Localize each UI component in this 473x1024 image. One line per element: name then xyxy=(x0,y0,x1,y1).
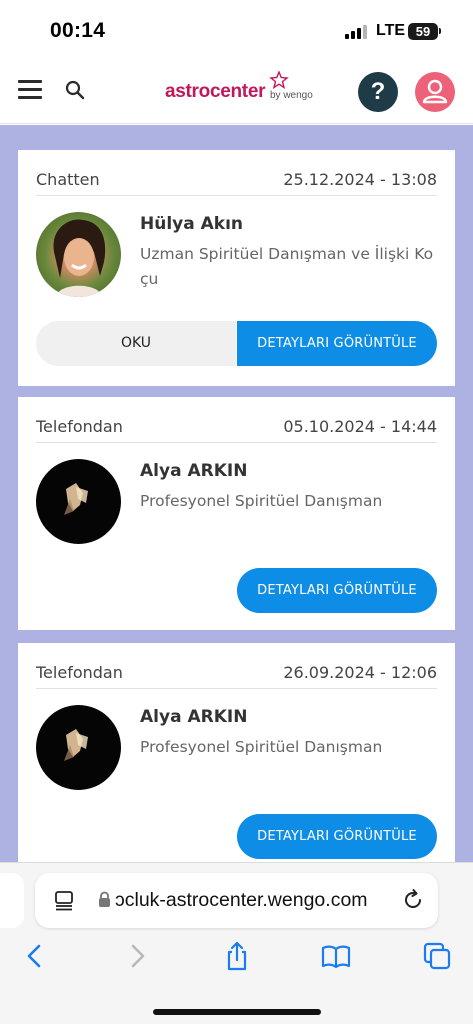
hamburger-icon[interactable] xyxy=(18,80,42,100)
logo-subtext: by wengo xyxy=(270,90,313,101)
browser-toolbar: ɔcluk-astrocenter.wengo.com xyxy=(0,862,473,1024)
tabs-icon[interactable] xyxy=(422,941,452,971)
search-icon[interactable] xyxy=(63,78,87,102)
session-date: 25.12.2024 - 13:08 xyxy=(283,170,437,189)
session-header: Telefondan 26.09.2024 - 12:06 xyxy=(36,663,437,689)
bookmarks-icon[interactable] xyxy=(321,941,351,971)
help-button[interactable]: ? xyxy=(358,72,398,112)
user-icon xyxy=(422,79,448,104)
page-icon[interactable] xyxy=(53,889,75,911)
session-source: Telefondan xyxy=(36,417,123,436)
share-icon[interactable] xyxy=(222,941,252,971)
user-account-button[interactable] xyxy=(415,72,455,112)
help-icon: ? xyxy=(370,78,386,105)
session-date: 26.09.2024 - 12:06 xyxy=(283,663,437,682)
advisor-avatar[interactable] xyxy=(36,705,121,790)
session-header: Chatten 25.12.2024 - 13:08 xyxy=(36,170,437,196)
session-header: Telefondan 05.10.2024 - 14:44 xyxy=(36,417,437,443)
reload-icon[interactable] xyxy=(401,888,425,912)
status-time: 00:14 xyxy=(50,19,106,42)
logo-star-icon xyxy=(269,71,289,89)
app-header: astrocenter by wengo ? xyxy=(0,60,473,124)
advisor-name[interactable]: Alya ARKIN xyxy=(140,461,247,481)
back-icon[interactable] xyxy=(20,941,50,971)
view-details-button[interactable]: DETAYLARI GÖRÜNTÜLE xyxy=(237,814,437,859)
consultation-history: Chatten 25.12.2024 - 13:08 Hülya Akın Uz… xyxy=(0,125,473,865)
advisor-photo xyxy=(53,219,106,297)
url-text[interactable]: ɔcluk-astrocenter.wengo.com xyxy=(115,889,368,912)
session-card: Telefondan 05.10.2024 - 14:44 Alya ARKIN… xyxy=(18,397,455,630)
session-card: Chatten 25.12.2024 - 13:08 Hülya Akın Uz… xyxy=(18,150,455,386)
session-source: Telefondan xyxy=(36,663,123,682)
advisor-avatar[interactable] xyxy=(36,459,121,544)
logo-text: astrocenter xyxy=(165,81,266,102)
advisor-name[interactable]: Alya ARKIN xyxy=(140,707,247,727)
advisor-photo xyxy=(64,729,88,761)
advisor-title: Profesyonel Spiritüel Danışman xyxy=(140,738,383,756)
status-bar: 00:14 LTE 59 xyxy=(0,0,473,60)
view-details-button[interactable]: DETAYLARI GÖRÜNTÜLE xyxy=(237,568,437,613)
session-date: 05.10.2024 - 14:44 xyxy=(283,417,437,436)
battery-icon: 59 xyxy=(408,23,438,40)
view-details-button[interactable]: DETAYLARI GÖRÜNTÜLE xyxy=(237,321,437,366)
lock-icon xyxy=(99,891,110,907)
advisor-photo xyxy=(64,483,88,515)
session-card: Telefondan 26.09.2024 - 12:06 Alya ARKIN… xyxy=(18,643,455,865)
advisor-title: Profesyonel Spiritüel Danışman xyxy=(140,492,383,510)
battery-cap xyxy=(439,28,441,34)
advisor-avatar[interactable] xyxy=(36,212,121,297)
address-bar[interactable]: ɔcluk-astrocenter.wengo.com xyxy=(35,873,438,928)
advisor-name[interactable]: Hülya Akın xyxy=(140,214,243,234)
forward-icon[interactable] xyxy=(122,941,152,971)
read-button[interactable]: OKU xyxy=(36,321,236,366)
astrocenter-logo[interactable]: astrocenter by wengo xyxy=(163,71,313,108)
advisor-title: Uzman Spiritüel Danışman ve İlişki Koçu xyxy=(140,245,434,288)
previous-tab-preview[interactable] xyxy=(0,873,24,928)
network-type: LTE xyxy=(376,22,406,39)
session-source: Chatten xyxy=(36,170,100,189)
signal-icon xyxy=(345,25,371,39)
home-indicator xyxy=(153,1009,321,1015)
